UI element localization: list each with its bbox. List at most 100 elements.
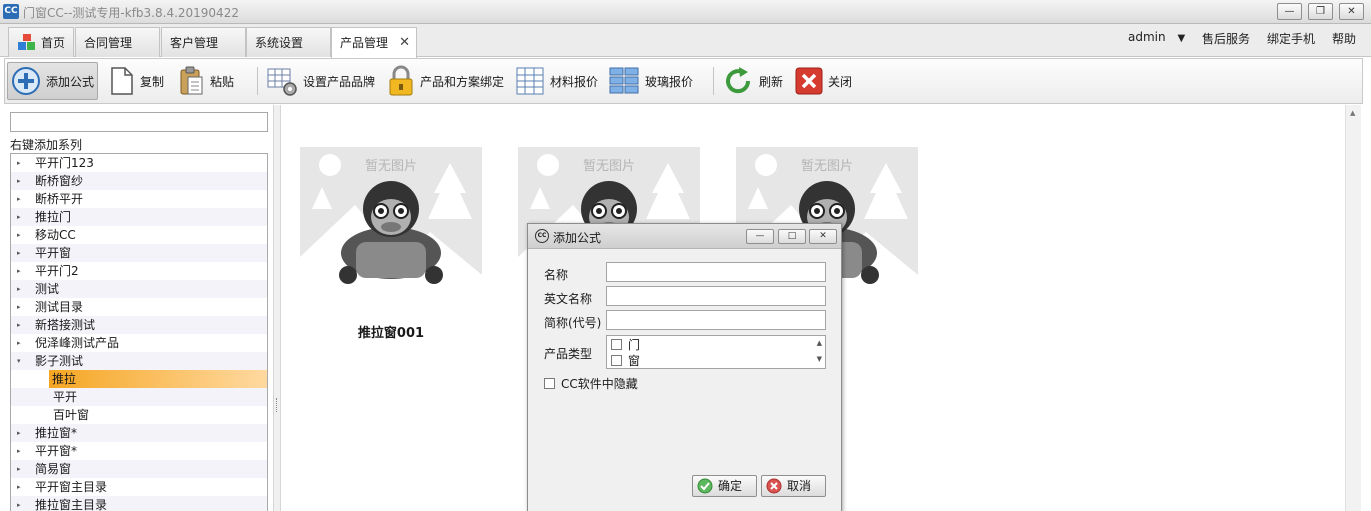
- toolbar-divider: [257, 67, 258, 95]
- expand-arrow-icon[interactable]: ▸: [17, 460, 21, 478]
- cancel-circle-icon: [766, 478, 782, 494]
- material-quote-button[interactable]: 材料报价: [515, 62, 598, 100]
- tree-item[interactable]: ▸ 平开门2: [11, 262, 267, 280]
- vertical-scrollbar[interactable]: ▲: [1345, 105, 1361, 511]
- ok-button[interactable]: 确定: [692, 475, 757, 497]
- tree-item[interactable]: ▾ 影子测试: [11, 352, 267, 370]
- tree-item-label: 平开窗*: [35, 444, 78, 458]
- copy-button[interactable]: 复制: [109, 62, 164, 100]
- expand-arrow-icon[interactable]: ▸: [17, 496, 21, 511]
- tree-item[interactable]: ▸ 移动CC: [11, 226, 267, 244]
- dialog-title: 添加公式: [553, 231, 602, 245]
- expand-arrow-icon[interactable]: ▸: [17, 478, 21, 496]
- expand-arrow-icon[interactable]: ▸: [17, 334, 21, 352]
- product-card[interactable]: 暂无图片: [300, 147, 482, 285]
- tree-item[interactable]: ▸ 新搭接测试: [11, 316, 267, 334]
- tree-item[interactable]: ▸ 测试: [11, 280, 267, 298]
- cancel-button[interactable]: 取消: [761, 475, 826, 497]
- expand-arrow-icon[interactable]: ▸: [17, 280, 21, 298]
- tab-product[interactable]: 产品管理 ✕: [331, 27, 417, 58]
- expand-arrow-icon[interactable]: ▸: [17, 208, 21, 226]
- expand-arrow-icon[interactable]: ▸: [17, 262, 21, 280]
- paste-button[interactable]: 粘贴: [179, 62, 234, 100]
- tree-item[interactable]: ▸ 平开窗*: [11, 442, 267, 460]
- glass-quote-button[interactable]: 玻璃报价: [608, 62, 693, 100]
- tree-item[interactable]: ▸ 推拉窗主目录: [11, 496, 267, 511]
- tree-child-item[interactable]: 推拉: [49, 370, 267, 388]
- refresh-button[interactable]: 刷新: [722, 62, 783, 100]
- short-name-input[interactable]: [606, 310, 826, 330]
- tree-item[interactable]: ▸ 推拉窗*: [11, 424, 267, 442]
- english-name-input[interactable]: [606, 286, 826, 306]
- tree-item[interactable]: ▸ 推拉门: [11, 208, 267, 226]
- minimize-button[interactable]: —: [1277, 3, 1302, 20]
- tree-item-label: 平开门123: [35, 156, 94, 170]
- tree-item[interactable]: ▸ 平开窗: [11, 244, 267, 262]
- add-formula-button[interactable]: 添加公式: [7, 62, 99, 100]
- tree-item[interactable]: ▸ 倪泽峰测试产品: [11, 334, 267, 352]
- tab-customer[interactable]: 客户管理: [161, 27, 246, 57]
- series-panel: 右键添加系列 ▸ 平开门123 ▸ 断桥窗纱 ▸ 断桥平开 ▸ 推拉门 ▸ 移动CC ▸ 平开窗 ▸ 平开…: [0, 105, 273, 511]
- user-menu[interactable]: admin ▼: [1128, 30, 1185, 44]
- tree-item[interactable]: ▸ 断桥平开: [11, 190, 267, 208]
- tree-child-item[interactable]: 平开: [11, 388, 267, 406]
- close-page-label: 关闭: [828, 74, 853, 89]
- list-scroll-up-icon[interactable]: ▲: [817, 339, 822, 347]
- expand-arrow-icon[interactable]: ▸: [17, 442, 21, 460]
- splitter-grip[interactable]: [276, 398, 278, 412]
- collapse-arrow-icon[interactable]: ▾: [17, 352, 21, 370]
- tree-item[interactable]: ▸ 简易窗: [11, 460, 267, 478]
- expand-arrow-icon[interactable]: ▸: [17, 154, 21, 172]
- check-circle-icon: [697, 478, 713, 494]
- bind-product-scheme-button[interactable]: 产品和方案绑定: [387, 62, 504, 100]
- restore-button[interactable]: ❐: [1308, 3, 1333, 20]
- series-search-input[interactable]: [10, 112, 268, 132]
- close-tab-icon[interactable]: ✕: [399, 28, 410, 58]
- expand-arrow-icon[interactable]: ▸: [17, 244, 21, 262]
- no-image-text: 暂无图片: [582, 159, 635, 174]
- tab-settings[interactable]: 系统设置: [246, 27, 331, 57]
- close-page-button[interactable]: 关闭: [795, 62, 852, 100]
- bind-phone-link[interactable]: 绑定手机: [1267, 30, 1315, 47]
- tree-item[interactable]: ▸ 断桥窗纱: [11, 172, 267, 190]
- name-input[interactable]: [606, 262, 826, 282]
- checkbox-icon[interactable]: [544, 378, 555, 389]
- dialog-close-button[interactable]: ✕: [809, 229, 837, 244]
- tree-item[interactable]: ▸ 测试目录: [11, 298, 267, 316]
- product-type-list[interactable]: 门 窗 ▲ ▼: [606, 335, 826, 369]
- expand-arrow-icon[interactable]: ▸: [17, 226, 21, 244]
- tree-item[interactable]: ▸ 平开门123: [11, 154, 267, 172]
- expand-arrow-icon[interactable]: ▸: [17, 172, 21, 190]
- dialog-maximize-button[interactable]: □: [778, 229, 806, 244]
- tree-child-item[interactable]: 百叶窗: [11, 406, 267, 424]
- product-type-door[interactable]: 门: [611, 338, 640, 352]
- scroll-up-arrow-icon[interactable]: ▲: [1350, 109, 1355, 117]
- set-brand-button[interactable]: 设置产品品牌: [266, 62, 375, 100]
- english-name-label: 英文名称: [544, 292, 593, 306]
- tab-home[interactable]: 首页: [8, 27, 74, 57]
- checkbox-icon[interactable]: [611, 339, 622, 350]
- series-tree[interactable]: ▸ 平开门123 ▸ 断桥窗纱 ▸ 断桥平开 ▸ 推拉门 ▸ 移动CC ▸ 平开窗 ▸ 平开门2 ▸ 测试 ▸ 测…: [10, 153, 268, 511]
- expand-arrow-icon[interactable]: ▸: [17, 190, 21, 208]
- name-label: 名称: [544, 268, 569, 282]
- close-red-icon: [795, 67, 823, 95]
- list-scroll-down-icon[interactable]: ▼: [817, 355, 822, 363]
- panel-splitter[interactable]: [273, 105, 281, 511]
- hide-in-cc-checkbox[interactable]: CC软件中隐藏: [544, 375, 638, 392]
- product-name[interactable]: 推拉窗001: [300, 322, 482, 341]
- expand-arrow-icon[interactable]: ▸: [17, 424, 21, 442]
- tree-item[interactable]: ▸ 平开窗主目录: [11, 478, 267, 496]
- toolbar-divider: [713, 67, 714, 95]
- expand-arrow-icon[interactable]: ▸: [17, 316, 21, 334]
- help-link[interactable]: 帮助: [1332, 30, 1356, 47]
- dialog-minimize-button[interactable]: —: [746, 229, 774, 244]
- product-type-window[interactable]: 窗: [611, 354, 640, 368]
- tree-item-label: 推拉窗主目录: [35, 498, 108, 511]
- tab-contract[interactable]: 合同管理: [75, 27, 160, 57]
- dialog-title-bar[interactable]: CC 添加公式 — □ ✕: [528, 224, 841, 249]
- tree-item-label: 平开窗: [35, 246, 72, 260]
- close-window-button[interactable]: ✕: [1339, 3, 1364, 20]
- checkbox-icon[interactable]: [611, 355, 622, 366]
- expand-arrow-icon[interactable]: ▸: [17, 298, 21, 316]
- after-sales-link[interactable]: 售后服务: [1202, 30, 1250, 47]
